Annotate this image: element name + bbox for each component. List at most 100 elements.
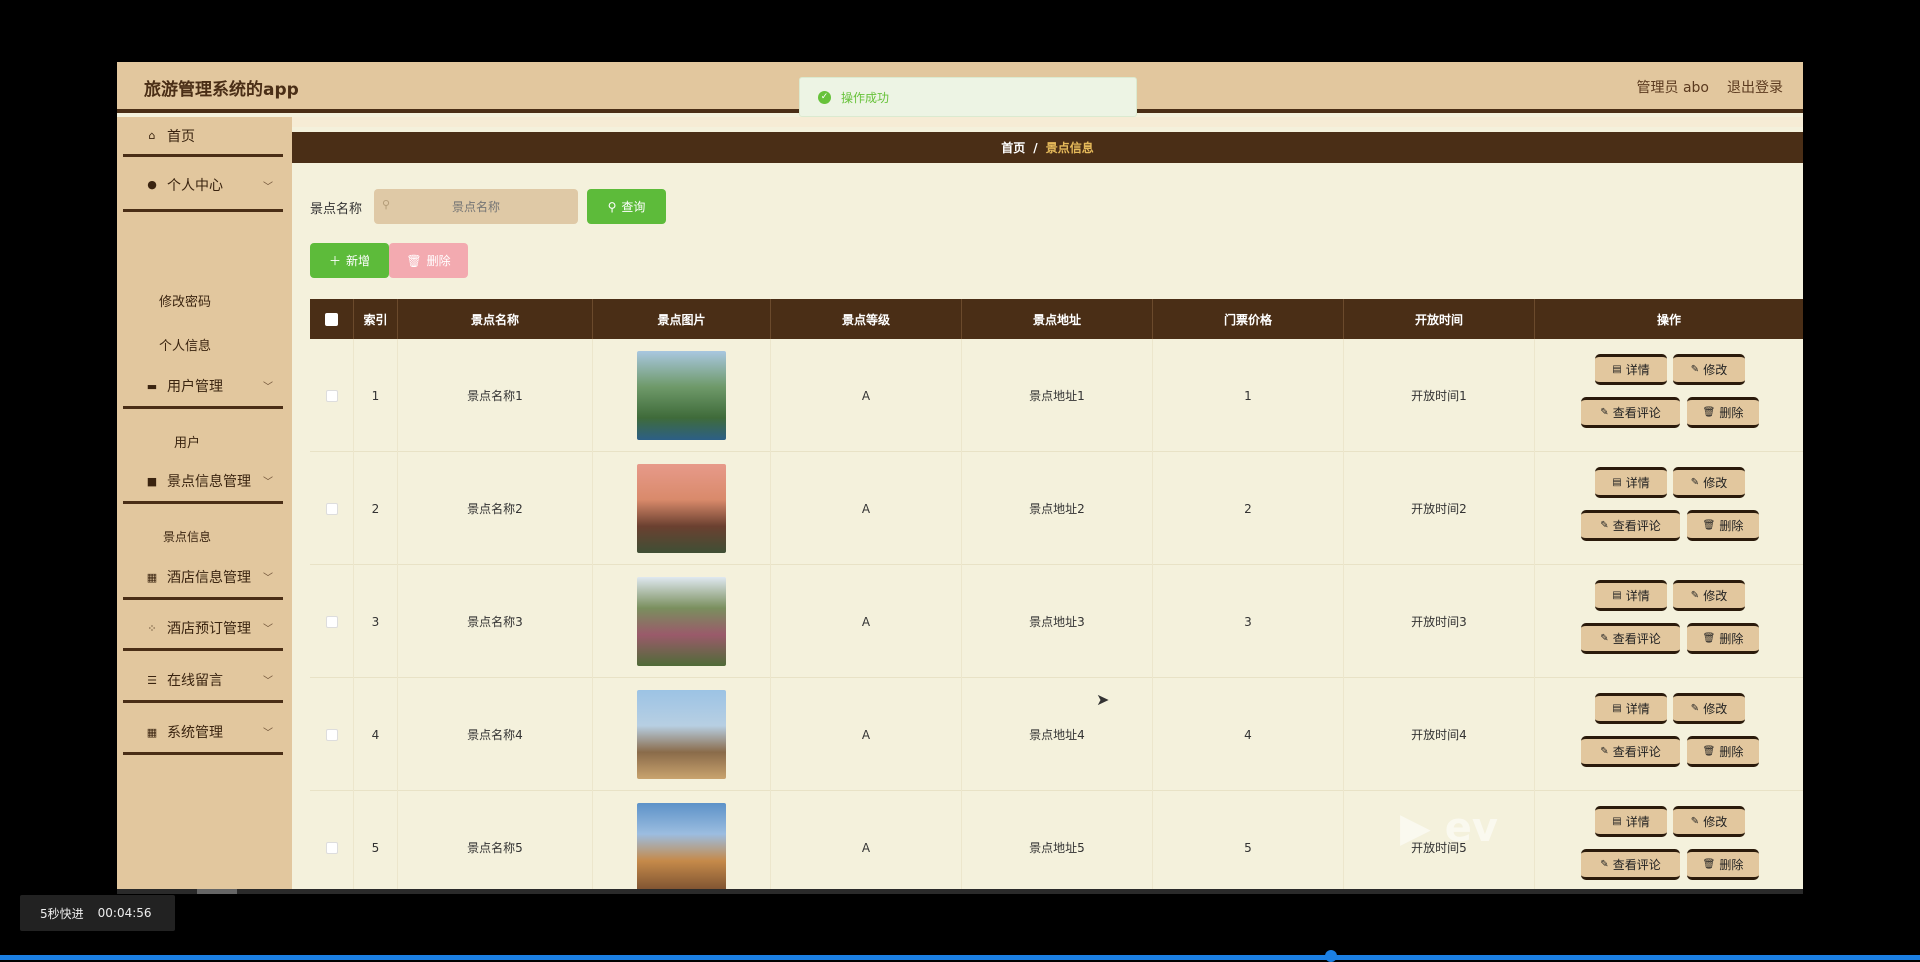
- column-header: 景点图片: [593, 299, 771, 339]
- row-select-cell[interactable]: [310, 452, 354, 565]
- progress-handle[interactable]: [1325, 950, 1337, 962]
- table-cell-name: 景点名称2: [398, 452, 593, 565]
- trash-icon: 🗑: [1702, 859, 1716, 870]
- edit-button[interactable]: ✎ 修改: [1673, 806, 1745, 837]
- delete-selected-button[interactable]: 🗑 删除: [389, 243, 468, 278]
- row-checkbox[interactable]: [325, 728, 338, 741]
- chevron-down-icon: ﹀: [263, 624, 273, 635]
- grid-icon: ▦: [146, 725, 158, 739]
- select-all-checkbox[interactable]: [325, 312, 338, 326]
- column-header: 门票价格: [1153, 299, 1344, 339]
- detail-button[interactable]: ▤ 详情: [1595, 806, 1667, 837]
- fast-forward-label[interactable]: 5秒快进: [40, 905, 84, 922]
- sidebar-item-scenic-management[interactable]: ■ 景点信息管理 ﹀: [123, 461, 283, 504]
- row-delete-button[interactable]: 🗑 删除: [1687, 397, 1759, 428]
- detail-button[interactable]: ▤ 详情: [1595, 467, 1667, 498]
- view-comments-button[interactable]: ✎ 查看评论: [1581, 736, 1680, 767]
- sidebar-item-system[interactable]: ▦ 系统管理 ﹀: [123, 712, 283, 755]
- sidebar-subitem-scenic-info[interactable]: 景点信息: [163, 528, 211, 545]
- sidebar-subitem-personal-info[interactable]: 个人信息: [159, 335, 211, 354]
- detail-button[interactable]: ▤ 详情: [1595, 354, 1667, 385]
- search-icon: ⚲: [607, 199, 617, 214]
- row-select-cell[interactable]: [310, 339, 354, 452]
- logout-link[interactable]: 退出登录: [1727, 77, 1783, 97]
- row-checkbox[interactable]: [325, 502, 338, 515]
- delete-button-label: 删除: [426, 254, 451, 268]
- row-checkbox[interactable]: [325, 389, 338, 402]
- column-header: 景点等级: [771, 299, 962, 339]
- row-delete-button[interactable]: 🗑 删除: [1687, 736, 1759, 767]
- app-window: 旅游管理系统的app 管理员 abo 退出登录 ✓ 操作成功 ⌂ 首页 ● 个人…: [117, 62, 1803, 894]
- table-cell-price: 4: [1153, 678, 1344, 791]
- sidebar-item-label: 酒店信息管理: [167, 570, 251, 586]
- select-all-cell[interactable]: [310, 299, 354, 339]
- row-checkbox[interactable]: [325, 841, 338, 854]
- sidebar-item-label: 用户管理: [167, 379, 223, 395]
- document-icon: ▤: [1612, 703, 1622, 714]
- scrollbar-thumb[interactable]: [197, 889, 237, 894]
- table-cell-price: 1: [1153, 339, 1344, 452]
- document-icon: ▤: [1612, 590, 1622, 601]
- scenic-image-cell: [593, 452, 771, 565]
- table-cell-grade: A: [771, 791, 962, 894]
- scenic-thumbnail[interactable]: [637, 803, 726, 892]
- table-cell-open: 开放时间4: [1344, 678, 1535, 791]
- sidebar-item-home[interactable]: ⌂ 首页: [123, 117, 283, 157]
- chevron-down-icon: ﹀: [263, 676, 273, 687]
- view-comments-button[interactable]: ✎ 查看评论: [1581, 510, 1680, 541]
- view-comments-button[interactable]: ✎ 查看评论: [1581, 397, 1680, 428]
- edit-button-label: 修改: [1703, 702, 1728, 716]
- edit-icon: ✎: [1600, 407, 1609, 418]
- table-row: 3 景点名称3 A 景点地址3 3 开放时间3 ▤ 详情 ✎ 修改 ✎ 查看评论 🗑 删除: [310, 565, 1803, 678]
- view-comments-button[interactable]: ✎ 查看评论: [1581, 849, 1680, 880]
- trash-icon: 🗑: [1702, 520, 1716, 531]
- chevron-down-icon: ﹀: [263, 182, 273, 193]
- search-icon: ⚲: [382, 198, 391, 211]
- edit-button[interactable]: ✎ 修改: [1673, 354, 1745, 385]
- content-top-strip: [292, 117, 1803, 127]
- horizontal-scrollbar[interactable]: [117, 889, 1803, 894]
- sidebar-subitem-users[interactable]: 用户: [174, 432, 200, 451]
- row-checkbox[interactable]: [325, 615, 338, 628]
- search-button[interactable]: ⚲ 查询: [587, 189, 666, 224]
- video-progress-bar[interactable]: [0, 955, 1920, 960]
- scenic-thumbnail[interactable]: [637, 690, 726, 779]
- row-delete-button[interactable]: 🗑 删除: [1687, 510, 1759, 541]
- row-delete-button[interactable]: 🗑 删除: [1687, 849, 1759, 880]
- edit-button[interactable]: ✎ 修改: [1673, 467, 1745, 498]
- edit-button[interactable]: ✎ 修改: [1673, 580, 1745, 611]
- detail-button[interactable]: ▤ 详情: [1595, 693, 1667, 724]
- row-actions: ▤ 详情 ✎ 修改 ✎ 查看评论 🗑 删除: [1535, 791, 1803, 894]
- user-label[interactable]: 管理员 abo: [1637, 77, 1709, 97]
- detail-button[interactable]: ▤ 详情: [1595, 580, 1667, 611]
- column-header: 开放时间: [1344, 299, 1535, 339]
- view-comments-button[interactable]: ✎ 查看评论: [1581, 623, 1680, 654]
- row-actions: ▤ 详情 ✎ 修改 ✎ 查看评论 🗑 删除: [1535, 452, 1803, 565]
- row-select-cell[interactable]: [310, 565, 354, 678]
- row-select-cell[interactable]: [310, 791, 354, 894]
- edit-button[interactable]: ✎ 修改: [1673, 693, 1745, 724]
- breadcrumb-home[interactable]: 首页: [1001, 139, 1025, 156]
- sidebar-item-hotel-booking[interactable]: ⁘ 酒店预订管理 ﹀: [123, 608, 283, 651]
- sidebar-item-hotel-info[interactable]: ▦ 酒店信息管理 ﹀: [123, 557, 283, 600]
- scenic-thumbnail[interactable]: [637, 351, 726, 440]
- search-input[interactable]: [374, 189, 578, 224]
- row-delete-button[interactable]: 🗑 删除: [1687, 623, 1759, 654]
- table-cell-address: 景点地址2: [962, 452, 1153, 565]
- sidebar-subitem-change-password[interactable]: 修改密码: [159, 291, 211, 310]
- sidebar-item-label: 在线留言: [167, 673, 223, 689]
- document-icon: ▤: [1612, 364, 1622, 375]
- success-toast: ✓ 操作成功: [799, 77, 1137, 117]
- add-button[interactable]: ＋ 新增: [310, 243, 389, 278]
- edit-button-label: 修改: [1703, 815, 1728, 829]
- edit-icon: ✎: [1690, 703, 1700, 714]
- row-select-cell[interactable]: [310, 678, 354, 791]
- table-cell-price: 5: [1153, 791, 1344, 894]
- scenic-thumbnail[interactable]: [637, 464, 726, 553]
- scenic-image-cell: [593, 791, 771, 894]
- bag-icon: ■: [146, 474, 158, 488]
- scenic-thumbnail[interactable]: [637, 577, 726, 666]
- sidebar-item-personal-center[interactable]: ● 个人中心 ﹀: [123, 160, 283, 212]
- sidebar-item-user-management[interactable]: ▬ 用户管理 ﹀: [123, 366, 283, 409]
- sidebar-item-messages[interactable]: ☰ 在线留言 ﹀: [123, 660, 283, 703]
